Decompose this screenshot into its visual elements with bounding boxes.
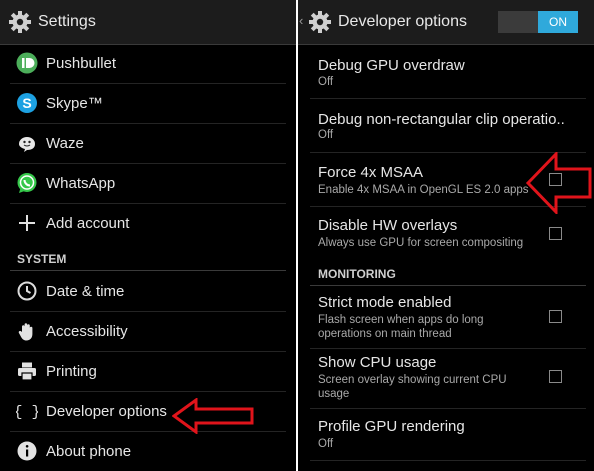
settings-panel: Settings Pushbullet S Skype™ Waze WhatsA… [0,0,296,471]
clock-icon [17,281,37,301]
settings-item-printing[interactable]: Printing [0,352,296,392]
developer-options-title: Developer options [338,13,467,30]
waze-icon [19,137,35,152]
settings-gear-icon[interactable] [8,10,32,34]
settings-item-about-phone[interactable]: About phone [0,432,296,471]
section-divider [10,270,286,271]
braces-icon: { } [16,404,38,421]
settings-item-label: Printing [46,363,97,380]
settings-item-skype[interactable]: S Skype™ [0,84,296,124]
printer-icon [18,362,36,381]
settings-title: Settings [38,13,96,30]
divider [310,348,586,349]
back-chevron-icon[interactable]: ‹ [299,13,303,28]
annotation-arrow [526,152,592,214]
setting-subtitle: Off [318,438,334,450]
annotation-arrow [172,398,254,434]
setting-subtitle: Always use GPU for screen compositing [318,237,524,249]
svg-text:S: S [22,95,31,111]
divider [310,460,586,461]
settings-item-pushbullet[interactable]: Pushbullet [0,44,296,84]
settings-item-label: Accessibility [46,323,128,340]
section-header-system: SYSTEM [17,252,67,266]
setting-subtitle: operations on main thread [318,328,452,340]
setting-subtitle: Flash screen when apps do long [318,314,484,326]
settings-item-whatsapp[interactable]: WhatsApp [0,164,296,204]
whatsapp-icon [17,173,37,193]
divider [310,408,586,409]
setting-title: Disable HW overlays [318,217,458,234]
divider [310,98,586,99]
developer-options-panel: ‹ Developer options ON Debug GPU overdra… [298,0,594,471]
setting-title: Profile GPU rendering [318,418,465,435]
pushbullet-icon [16,52,38,74]
settings-item-add-account[interactable]: Add account [0,204,296,244]
strict-mode-checkbox[interactable] [549,310,562,323]
settings-action-bar: Settings [0,0,296,45]
setting-title: Debug non-rectangular clip operatio.. [318,111,565,128]
settings-item-waze[interactable]: Waze [0,124,296,164]
toggle-on-label: ON [538,11,578,33]
settings-item-accessibility[interactable]: Accessibility [0,312,296,352]
setting-title: Debug GPU overdraw [318,57,465,74]
settings-item-label: Waze [46,135,84,152]
section-divider [310,285,586,286]
developer-options-toggle[interactable]: ON [498,11,578,33]
developer-options-action-bar: ‹ Developer options ON [298,0,594,45]
setting-title: Force 4x MSAA [318,164,424,181]
setting-subtitle: Off [318,129,334,141]
settings-item-label: Add account [46,215,130,232]
settings-item-date-time[interactable]: Date & time [0,272,296,312]
svg-text:{ }: { } [16,404,38,421]
setting-subtitle: Enable 4x MSAA in OpenGL ES 2.0 apps [318,184,529,196]
settings-item-label: Pushbullet [46,55,117,72]
show-cpu-usage-checkbox[interactable] [549,370,562,383]
setting-title: Strict mode enabled [318,294,452,311]
plus-icon [19,215,35,231]
settings-item-label: Skype™ [46,95,103,112]
section-header-monitoring: MONITORING [318,267,396,281]
settings-gear-icon[interactable] [308,10,332,34]
settings-item-label: Date & time [46,283,125,300]
setting-subtitle: usage [318,388,350,400]
info-icon [17,441,37,461]
disable-hw-overlays-checkbox[interactable] [549,227,562,240]
setting-subtitle: Off [318,76,334,88]
hand-icon [18,323,33,341]
setting-subtitle: Screen overlay showing current CPU [318,374,507,386]
settings-item-label: WhatsApp [46,175,116,192]
settings-item-label: Developer options [46,403,167,420]
settings-item-label: About phone [46,443,132,460]
skype-icon: S [17,93,37,113]
setting-title: Show CPU usage [318,354,437,371]
